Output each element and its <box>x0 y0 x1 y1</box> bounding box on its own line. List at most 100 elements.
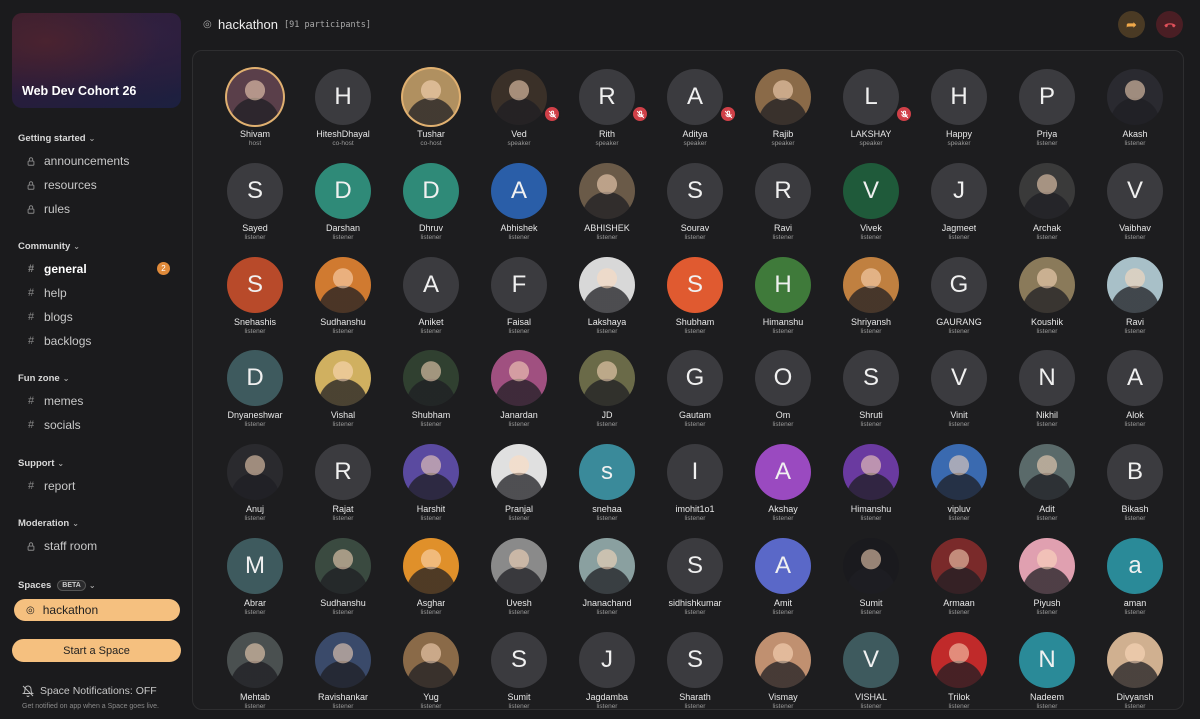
participant-tile[interactable]: ABHISHEK listener <box>563 162 651 257</box>
channel-staff-room[interactable]: staff room <box>24 537 97 555</box>
participant-tile[interactable]: V Vivek listener <box>827 162 915 257</box>
participant-tile[interactable]: Harshit listener <box>387 444 475 538</box>
participant-tile[interactable]: Iimohit1o1 listener <box>651 444 739 538</box>
participant-tile[interactable]: A Abhishek listener <box>475 162 563 257</box>
participant-tile[interactable]: Shivam host <box>211 69 299 163</box>
participant-tile[interactable]: Vishal listener <box>299 350 387 444</box>
participant-tile[interactable]: Sumit listener <box>827 537 915 632</box>
channel-memes[interactable]: # memes <box>24 392 83 410</box>
participant-tile[interactable]: S Shruti listener <box>827 350 915 444</box>
participant-tile[interactable]: V Vinit listener <box>915 350 1003 444</box>
participant-tile[interactable]: Ved speaker <box>475 69 563 163</box>
participant-tile[interactable]: Ssidhishkumar listener <box>651 537 739 632</box>
channel-blogs[interactable]: # blogs <box>24 308 73 326</box>
participant-tile[interactable]: S Shubham listener <box>651 256 739 351</box>
participant-tile[interactable]: A Aditya speaker <box>651 69 739 163</box>
channel-resources[interactable]: resources <box>24 176 97 194</box>
participant-tile[interactable]: O Om listener <box>739 350 827 444</box>
participant-tile[interactable]: S Sharath listener <box>651 631 739 719</box>
participant-tile[interactable]: P Priya listener <box>1003 69 1091 163</box>
participant-tile[interactable]: Shriyansh listener <box>827 256 915 351</box>
participant-tile[interactable]: Sudhanshu listener <box>299 256 387 351</box>
participant-tile[interactable]: G GAURANG listener <box>915 256 1003 351</box>
participant-tile[interactable]: Akash listener <box>1091 69 1179 163</box>
participant-tile[interactable]: Tushar co-host <box>387 69 475 163</box>
category-community[interactable]: Community ⌄ <box>18 241 80 252</box>
participant-tile[interactable]: Adit listener <box>1003 444 1091 538</box>
participant-tile[interactable]: JD listener <box>563 350 651 444</box>
participant-tile[interactable]: B Bikash listener <box>1091 444 1179 538</box>
participant-tile[interactable]: Lakshaya listener <box>563 256 651 351</box>
participant-tile[interactable]: Mehtab listener <box>211 631 299 719</box>
participant-tile[interactable]: s snehaa listener <box>563 444 651 538</box>
participant-tile[interactable]: H Himanshu listener <box>739 256 827 351</box>
channel-socials[interactable]: # socials <box>24 416 81 434</box>
participant-tile[interactable]: A Aniket listener <box>387 256 475 351</box>
category-moderation[interactable]: Moderation ⌄ <box>18 518 79 529</box>
participant-tile[interactable]: vipluv listener <box>915 444 1003 538</box>
participant-tile[interactable]: Armaan listener <box>915 537 1003 632</box>
participant-tile[interactable]: Trilok listener <box>915 631 1003 719</box>
participant-tile[interactable]: Vismay listener <box>739 631 827 719</box>
participant-tile[interactable]: Rajib speaker <box>739 69 827 163</box>
participant-tile[interactable]: L LAKSHAY speaker <box>827 69 915 163</box>
participant-tile[interactable]: N Nikhil listener <box>1003 350 1091 444</box>
participant-tile[interactable]: D Dnyaneshwar listener <box>211 350 299 444</box>
participant-tile[interactable]: Janardan listener <box>475 350 563 444</box>
category-getting-started[interactable]: Getting started ⌄ <box>18 133 95 144</box>
participant-tile[interactable]: D Dhruv listener <box>387 162 475 257</box>
participant-tile[interactable]: Ravishankar listener <box>299 631 387 719</box>
participant-tile[interactable]: S Snehashis listener <box>211 256 299 351</box>
space-item-hackathon[interactable]: ◎ hackathon <box>14 599 180 621</box>
participant-tile[interactable]: A Amit listener <box>739 537 827 632</box>
participant-tile[interactable]: N Nadeem listener <box>1003 631 1091 719</box>
participant-tile[interactable]: G Gautam listener <box>651 350 739 444</box>
participant-tile[interactable]: Yug listener <box>387 631 475 719</box>
participant-tile[interactable]: H Happy speaker <box>915 69 1003 163</box>
participant-tile[interactable]: M Abrar listener <box>211 537 299 632</box>
category-support[interactable]: Support ⌄ <box>18 458 64 469</box>
participant-tile[interactable]: R Rith speaker <box>563 69 651 163</box>
channel-report[interactable]: # report <box>24 477 75 495</box>
participant-tile[interactable]: V VISHAL listener <box>827 631 915 719</box>
channel-announcements[interactable]: announcements <box>24 152 129 170</box>
participant-tile[interactable]: A Alok listener <box>1091 350 1179 444</box>
participant-tile[interactable]: Jnanachand listener <box>563 537 651 632</box>
participant-tile[interactable]: A Akshay listener <box>739 444 827 538</box>
participant-tile[interactable]: Sudhanshu listener <box>299 537 387 632</box>
participant-tile[interactable]: a aman listener <box>1091 537 1179 632</box>
participant-tile[interactable]: S Sayed listener <box>211 162 299 257</box>
category-fun-zone[interactable]: Fun zone ⌄ <box>18 373 69 384</box>
participant-tile[interactable]: S Sourav listener <box>651 162 739 257</box>
participant-tile[interactable]: Ravi listener <box>1091 256 1179 351</box>
participant-tile[interactable]: Shubham listener <box>387 350 475 444</box>
participant-tile[interactable]: R Rajat listener <box>299 444 387 538</box>
participant-tile[interactable]: J Jagmeet listener <box>915 162 1003 257</box>
share-button[interactable]: ➦ <box>1118 11 1145 38</box>
participant-tile[interactable]: Koushik listener <box>1003 256 1091 351</box>
participant-tile[interactable]: S Sumit listener <box>475 631 563 719</box>
space-notifications-toggle[interactable]: Space Notifications: OFF <box>22 685 157 697</box>
participant-tile[interactable]: Divyansh listener <box>1091 631 1179 719</box>
channel-general[interactable]: # general <box>24 260 87 278</box>
participant-tile[interactable]: Uvesh listener <box>475 537 563 632</box>
leave-space-button[interactable] <box>1156 11 1183 38</box>
participant-tile[interactable]: R Ravi listener <box>739 162 827 257</box>
participant-tile[interactable]: Archak listener <box>1003 162 1091 257</box>
participant-tile[interactable]: H HiteshDhayal co-host <box>299 69 387 163</box>
channel-help[interactable]: # help <box>24 284 67 302</box>
channel-rules[interactable]: rules <box>24 200 70 218</box>
start-space-button[interactable]: Start a Space <box>12 639 181 662</box>
participant-tile[interactable]: F Faisal listener <box>475 256 563 351</box>
participant-tile[interactable]: J Jagdamba listener <box>563 631 651 719</box>
participant-tile[interactable]: Piyush listener <box>1003 537 1091 632</box>
channel-backlogs[interactable]: # backlogs <box>24 332 91 350</box>
participant-tile[interactable]: Anuj listener <box>211 444 299 538</box>
category-spaces[interactable]: Spaces BETA ⌄ <box>18 580 96 591</box>
server-banner[interactable]: Web Dev Cohort 26 <box>12 13 181 108</box>
participant-tile[interactable]: Asghar listener <box>387 537 475 632</box>
participant-tile[interactable]: D Darshan listener <box>299 162 387 257</box>
participant-tile[interactable]: V Vaibhav listener <box>1091 162 1179 257</box>
participant-tile[interactable]: Himanshu listener <box>827 444 915 538</box>
participant-tile[interactable]: Pranjal listener <box>475 444 563 538</box>
